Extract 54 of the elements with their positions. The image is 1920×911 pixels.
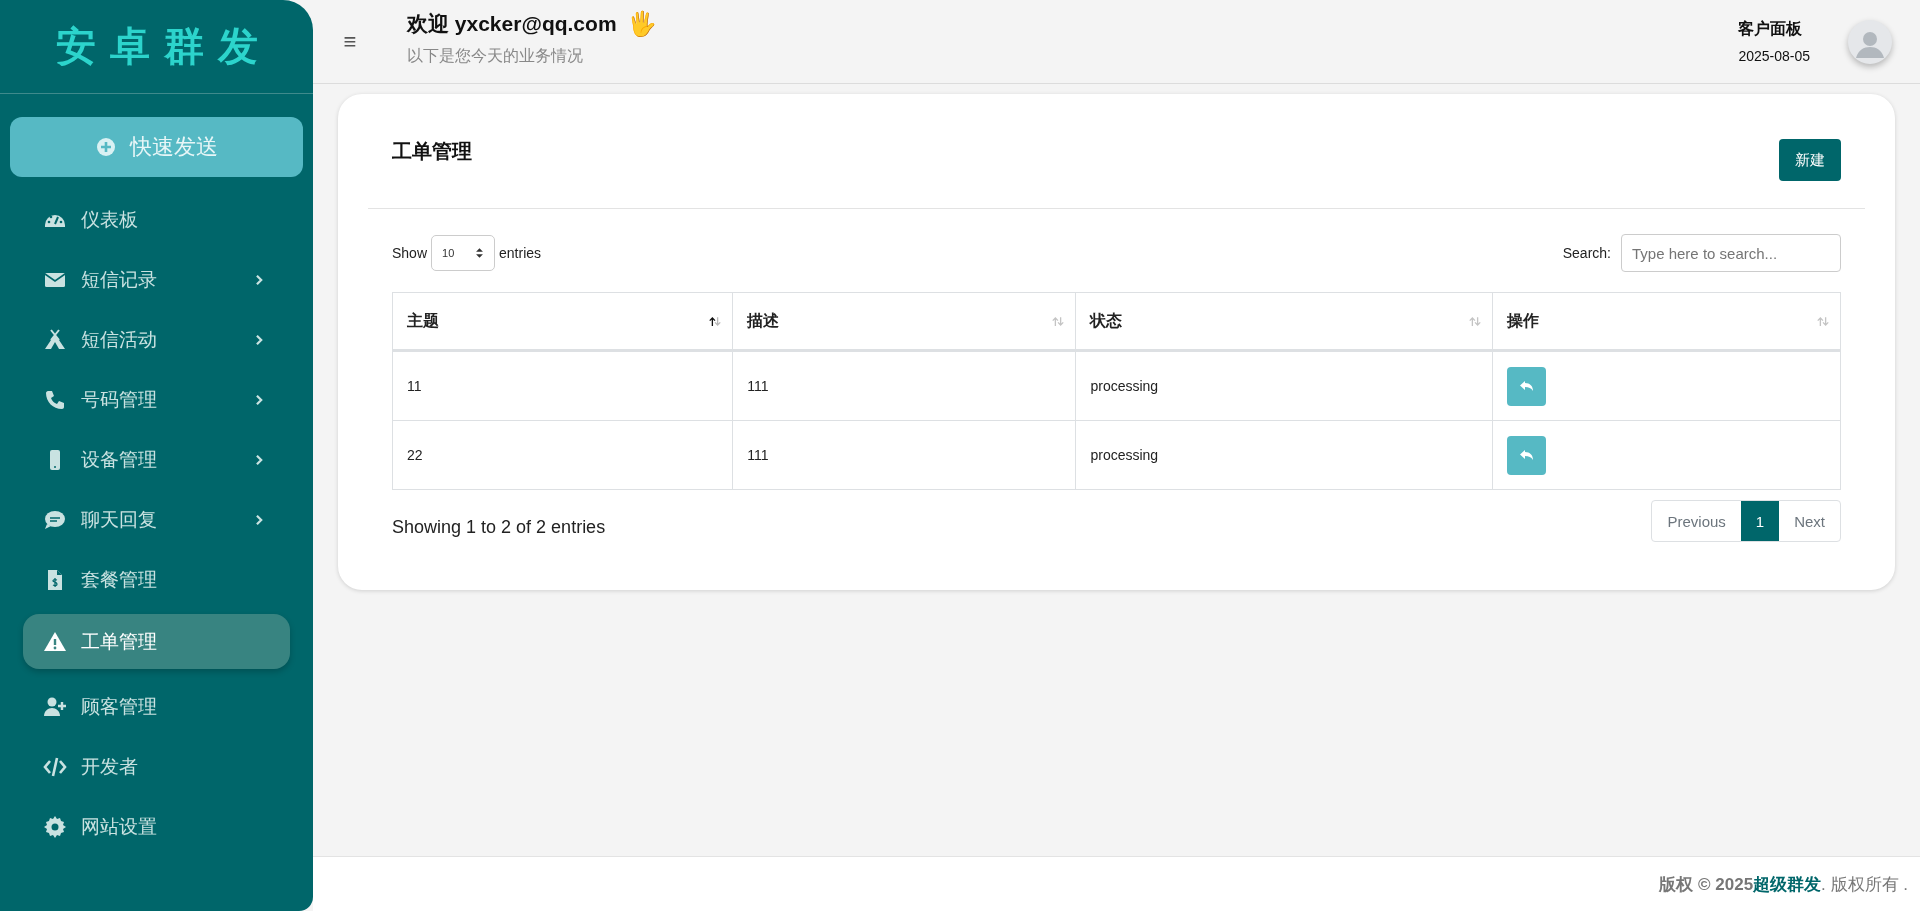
up-down-caret-icon	[475, 247, 485, 259]
search-field[interactable]: Type here to search...	[1621, 234, 1841, 272]
entries-info: Showing 1 to 2 of 2 entries	[392, 515, 606, 538]
sidebar-item[interactable]: 设备管理	[23, 430, 290, 490]
sort-arrows-icon[interactable]	[708, 316, 723, 327]
sidebar-item[interactable]: 开发者	[23, 737, 290, 797]
column-header[interactable]: 主题	[392, 292, 733, 351]
plus-circle-icon	[95, 137, 116, 157]
current-date: 2025-08-05	[1738, 48, 1810, 64]
sidebar-item[interactable]: 短信记录	[23, 250, 290, 310]
brand-link[interactable]: 超级群发	[1753, 874, 1822, 894]
copyright-text: 版权 © 2025	[1659, 874, 1754, 894]
waving-hand-emoji: 🖐	[626, 12, 657, 36]
user-avatar[interactable]	[1848, 19, 1892, 64]
sidebar-item[interactable]: 工单管理	[23, 614, 290, 669]
new-button[interactable]: 新建	[1779, 139, 1841, 181]
settings-icon	[43, 815, 67, 839]
sidebar-item[interactable]: 号码管理	[23, 370, 290, 430]
show-label: Show	[392, 245, 428, 261]
entries-select[interactable]: 10	[431, 235, 496, 271]
rights-text: . 版权所有 .	[1821, 874, 1908, 894]
tent-icon	[43, 328, 67, 352]
welcome-heading: 欢迎 yxcker@qq.com	[407, 11, 617, 37]
page-button[interactable]: 1	[1740, 501, 1780, 541]
sidebar-item[interactable]: 网站设置	[23, 797, 290, 857]
card-title: 工单管理	[392, 138, 472, 164]
menu-toggle[interactable]: ≡	[333, 24, 367, 59]
speech-bubble-icon	[43, 508, 67, 532]
user-plus-icon	[43, 695, 67, 719]
sidebar-item[interactable]: 套餐管理	[23, 550, 290, 610]
table-cell: 111	[747, 378, 769, 394]
welcome-subtitle: 以下是您今天的业务情况	[407, 46, 584, 66]
sidebar-item[interactable]: 聊天回复	[23, 490, 290, 550]
table-cell: 11	[407, 378, 422, 394]
table-cell: processing	[1090, 378, 1159, 394]
search-label: Search:	[1562, 245, 1611, 261]
sidebar-item[interactable]: 短信活动	[23, 310, 290, 370]
next-page-button[interactable]: Next	[1779, 501, 1840, 541]
table-cell: 111	[747, 447, 769, 463]
table-cell: 22	[407, 447, 423, 463]
sidebar-item[interactable]: 仪表板	[23, 190, 290, 250]
column-header[interactable]: 操作	[1492, 292, 1841, 351]
reply-button[interactable]	[1507, 366, 1547, 406]
reply-button[interactable]	[1507, 435, 1547, 475]
column-header[interactable]: 状态	[1075, 292, 1493, 351]
panel-title: 客户面板	[1738, 19, 1804, 39]
app-logo: 安卓群发	[54, 23, 272, 70]
code-icon	[43, 755, 67, 779]
previous-page-button[interactable]: Previous	[1652, 501, 1741, 541]
phone-icon	[43, 388, 67, 412]
column-header[interactable]: 描述	[732, 292, 1076, 351]
table-cell: processing	[1090, 447, 1159, 463]
entries-label: entries	[499, 245, 542, 261]
sidebar-item[interactable]: 顾客管理	[23, 677, 290, 737]
